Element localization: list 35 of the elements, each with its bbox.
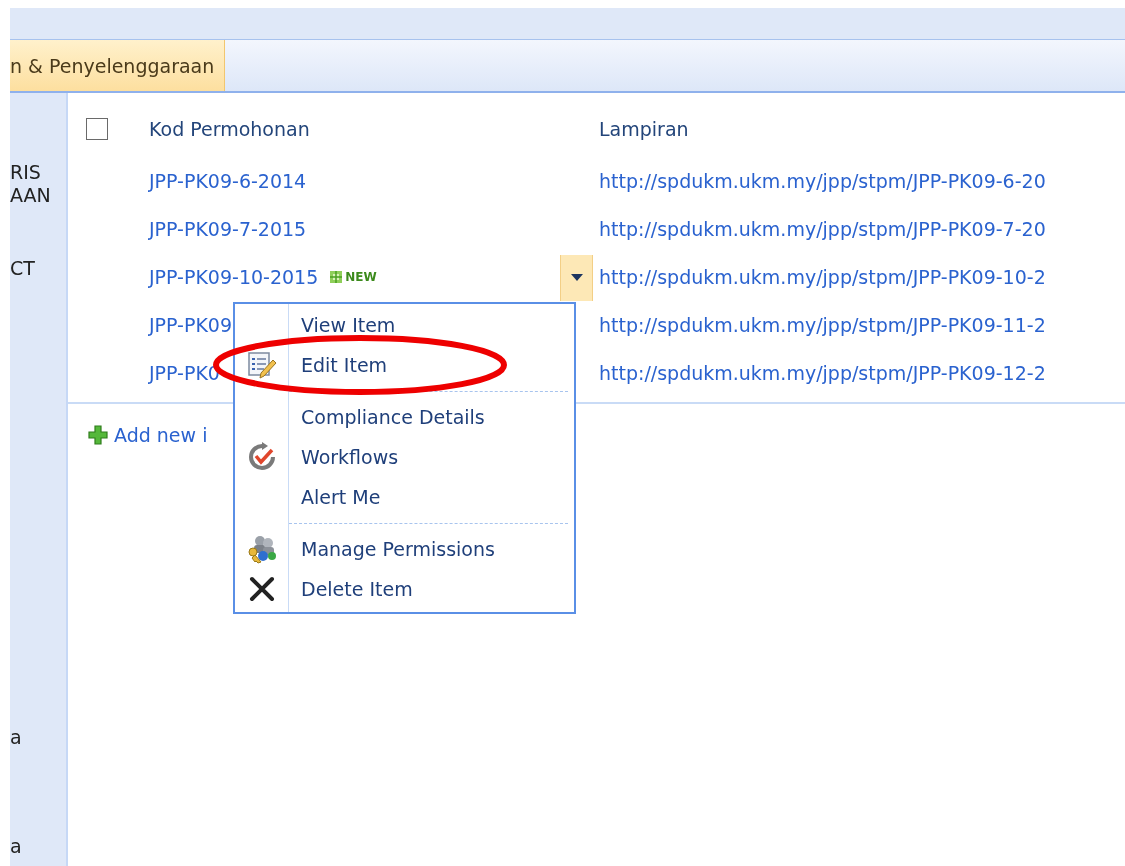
sidebar-item[interactable]: CT bbox=[10, 257, 66, 280]
column-header[interactable]: Kod Permohonan bbox=[149, 118, 599, 140]
item-link[interactable]: JPP-PK09-7-2015 bbox=[149, 218, 307, 240]
menu-item[interactable]: Alert Me bbox=[235, 477, 574, 517]
caret-icon bbox=[570, 274, 583, 282]
menu-item[interactable]: View Item bbox=[235, 305, 574, 345]
new-label: NEW bbox=[345, 270, 377, 284]
attachment-link[interactable]: http://spdukm.ukm.my/jpp/stpm/JPP-PK09-11-2 bbox=[599, 314, 1046, 336]
sidebar-item[interactable]: RIS AAN bbox=[10, 161, 66, 207]
menu-item[interactable]: Workflows bbox=[235, 437, 574, 477]
delete-icon bbox=[248, 576, 275, 602]
column-header[interactable]: Lampiran bbox=[599, 118, 1125, 140]
menu-item[interactable]: Manage Permissions bbox=[235, 529, 574, 569]
menu-item[interactable]: Compliance Details bbox=[235, 397, 574, 437]
workflow-icon bbox=[246, 442, 277, 472]
people-key-icon bbox=[245, 534, 278, 564]
add-new-item-link[interactable]: Add new i bbox=[114, 424, 208, 446]
item-link[interactable]: JPP-PK09 bbox=[149, 314, 233, 336]
item-link[interactable]: JPP-PK09-6-2014 bbox=[149, 170, 307, 192]
attachment-link[interactable]: http://spdukm.ukm.my/jpp/stpm/JPP-PK09-6-20 bbox=[599, 170, 1046, 192]
sidebar-item[interactable]: a bbox=[10, 726, 66, 749]
dropdown-button[interactable] bbox=[560, 255, 593, 301]
plus-icon bbox=[88, 425, 108, 445]
ribbon-tab[interactable]: n & Penyelenggaraan bbox=[10, 40, 226, 91]
attachment-link[interactable]: http://spdukm.ukm.my/jpp/stpm/JPP-PK09-7-20 bbox=[599, 218, 1046, 240]
sparkle-icon bbox=[330, 271, 343, 283]
item-link[interactable]: JPP-PK09-10-2015 bbox=[149, 266, 319, 288]
menu-item[interactable]: Edit Item bbox=[235, 345, 574, 385]
select-all-checkbox[interactable] bbox=[86, 118, 108, 140]
attachment-link[interactable]: http://spdukm.ukm.my/jpp/stpm/JPP-PK09-12-2 bbox=[599, 362, 1046, 384]
attachment-link[interactable]: http://spdukm.ukm.my/jpp/stpm/JPP-PK09-10-2 bbox=[599, 266, 1046, 288]
menu-item[interactable]: Delete Item bbox=[235, 569, 574, 609]
item-link[interactable]: JPP-PK0 bbox=[149, 362, 220, 384]
sidebar-item[interactable]: a bbox=[10, 835, 66, 858]
edit-icon bbox=[246, 351, 277, 379]
